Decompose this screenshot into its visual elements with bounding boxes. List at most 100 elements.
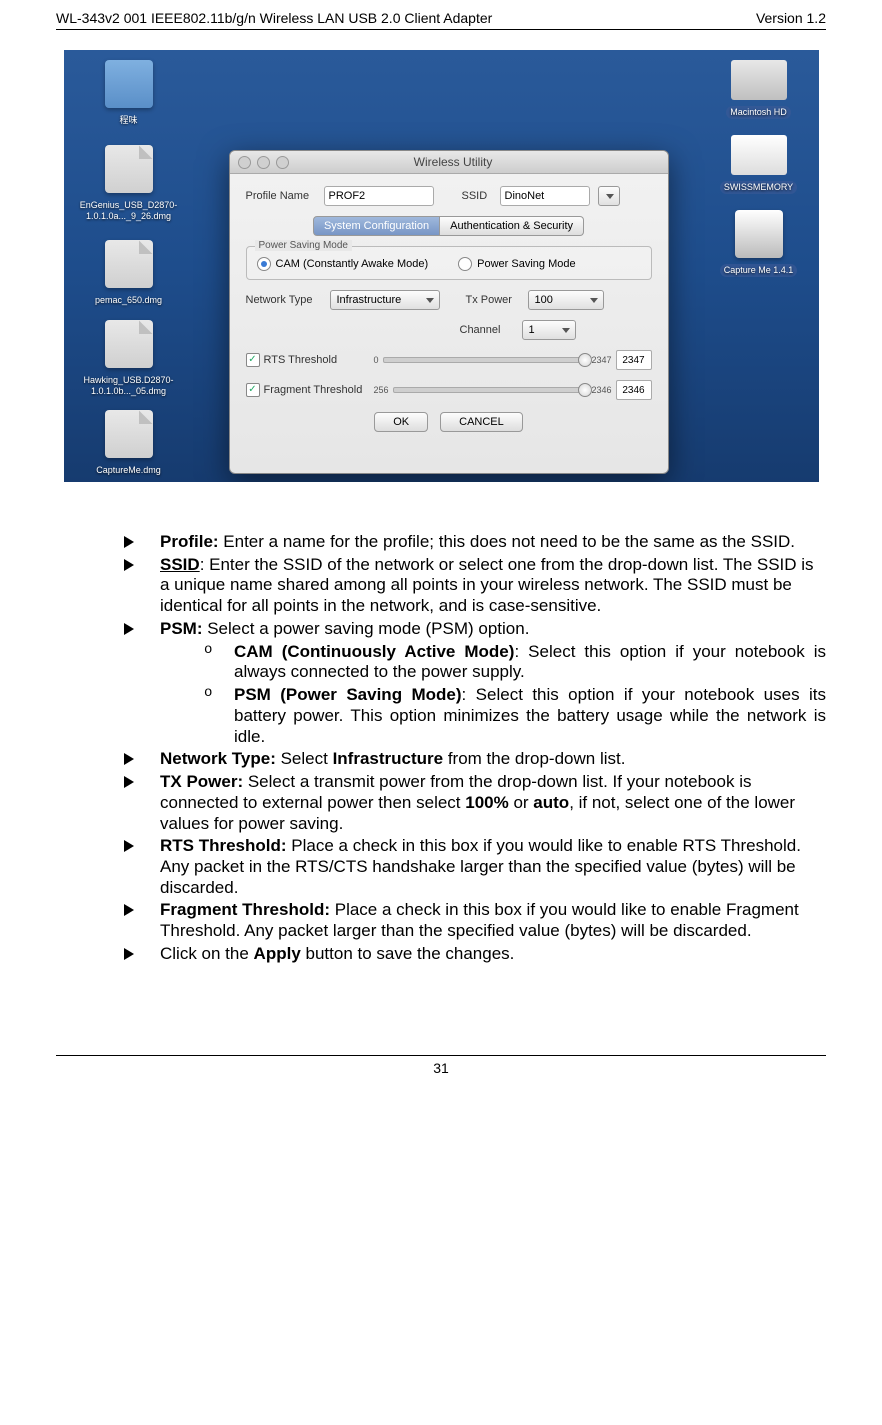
- ssid-label: SSID: [462, 190, 492, 202]
- rts-min: 0: [374, 355, 379, 365]
- icon-label: EnGenius_USB_D2870-1.0.1.0a..._9_26.dmg: [76, 199, 182, 223]
- dmg-icon: [105, 240, 153, 288]
- profile-name-label: Profile Name: [246, 190, 316, 202]
- drive-icon: [731, 135, 787, 175]
- psm-groupbox: Power Saving Mode CAM (Constantly Awake …: [246, 246, 652, 280]
- bullet-psm: PSM: Select a power saving mode (PSM) op…: [124, 619, 826, 747]
- tx-power-label: Tx Power: [466, 294, 520, 306]
- hd-icon: [731, 60, 787, 100]
- desktop-dmg-pemac: pemac_650.dmg: [79, 240, 179, 307]
- desktop-dmg-engenius: EnGenius_USB_D2870-1.0.1.0a..._9_26.dmg: [79, 145, 179, 223]
- page-footer: 31: [56, 1055, 826, 1076]
- radio-cam[interactable]: CAM (Constantly Awake Mode): [257, 257, 429, 271]
- header-right: Version 1.2: [756, 10, 826, 26]
- window-title: Wireless Utility: [289, 155, 618, 169]
- bullet-psm-psm-label: PSM (Power Saving Mode): [234, 685, 462, 704]
- tab-authentication-security[interactable]: Authentication & Security: [440, 216, 584, 236]
- icon-label: 程味: [115, 114, 141, 127]
- frag-slider[interactable]: [393, 387, 588, 393]
- fragment-threshold-label: Fragment Threshold: [264, 384, 370, 396]
- rts-slider[interactable]: [383, 357, 588, 363]
- bullet-ssid: SSID: Enter the SSID of the network or s…: [124, 555, 826, 617]
- frag-checkbox[interactable]: [246, 383, 260, 397]
- desktop-drive-swiss: SWISSMEMORY: [709, 135, 809, 194]
- page-header: WL-343v2 001 IEEE802.11b/g/n Wireless LA…: [56, 10, 826, 30]
- app-icon: [735, 210, 783, 258]
- bullet-apply: Click on the Apply button to save the ch…: [124, 944, 826, 965]
- window-titlebar: Wireless Utility: [230, 151, 668, 174]
- frag-max: 2346: [591, 385, 611, 395]
- network-type-select[interactable]: Infrastructure: [330, 290, 440, 310]
- frag-min: 256: [374, 385, 389, 395]
- bullet-apply-bold: Apply: [254, 944, 301, 963]
- channel-select[interactable]: 1: [522, 320, 576, 340]
- ok-button[interactable]: OK: [374, 412, 428, 432]
- bullet-ssid-label: SSID: [160, 555, 200, 574]
- close-icon[interactable]: [238, 156, 251, 169]
- bullet-ssid-text: : Enter the SSID of the network or selec…: [160, 555, 814, 615]
- wireless-utility-window: Wireless Utility Profile Name PROF2 SSID…: [229, 150, 669, 474]
- ssid-input[interactable]: DinoNet: [500, 186, 590, 206]
- bullet-tx-power: TX Power: Select a transmit power from t…: [124, 772, 826, 834]
- document-body: Profile: Enter a name for the profile; t…: [56, 532, 826, 965]
- zoom-icon[interactable]: [276, 156, 289, 169]
- radio-psm[interactable]: Power Saving Mode: [458, 257, 575, 271]
- desktop-dmg-captureme: CaptureMe.dmg: [79, 410, 179, 477]
- t: or: [509, 793, 534, 812]
- desktop-folder: 程味: [79, 60, 179, 127]
- icon-label: Capture Me 1.4.1: [720, 264, 798, 277]
- rts-checkbox[interactable]: [246, 353, 260, 367]
- traffic-lights[interactable]: [238, 156, 289, 169]
- macos-desktop-screenshot: 程味 EnGenius_USB_D2870-1.0.1.0a..._9_26.d…: [64, 50, 819, 482]
- rts-threshold-label: RTS Threshold: [264, 354, 370, 366]
- dmg-icon: [105, 410, 153, 458]
- dmg-icon: [105, 320, 153, 368]
- icon-label: CaptureMe.dmg: [92, 464, 165, 477]
- radio-psm-label: Power Saving Mode: [477, 258, 575, 270]
- cancel-button[interactable]: CANCEL: [440, 412, 523, 432]
- bullet-psm-psm: PSM (Power Saving Mode): Select this opt…: [204, 685, 826, 747]
- folder-icon: [105, 60, 153, 108]
- t: Select: [276, 749, 333, 768]
- rts-max: 2347: [591, 355, 611, 365]
- bullet-frag-label: Fragment Threshold:: [160, 900, 330, 919]
- bullet-fragment: Fragment Threshold: Place a check in thi…: [124, 900, 826, 941]
- radio-icon: [458, 257, 472, 271]
- config-tabs: System Configuration Authentication & Se…: [246, 216, 652, 236]
- bullet-rts-label: RTS Threshold:: [160, 836, 287, 855]
- t: Click on the: [160, 944, 254, 963]
- minimize-icon[interactable]: [257, 156, 270, 169]
- desktop-drive-macintosh: Macintosh HD: [709, 60, 809, 119]
- page-number: 31: [433, 1060, 449, 1076]
- t: button to save the changes.: [301, 944, 515, 963]
- frag-value-box[interactable]: 2346: [616, 380, 652, 400]
- header-left: WL-343v2 001 IEEE802.11b/g/n Wireless LA…: [56, 10, 492, 26]
- bullet-rts: RTS Threshold: Place a check in this box…: [124, 836, 826, 898]
- rts-value-box[interactable]: 2347: [616, 350, 652, 370]
- tx-power-select[interactable]: 100: [528, 290, 604, 310]
- icon-label: pemac_650.dmg: [91, 294, 166, 307]
- tab-system-configuration[interactable]: System Configuration: [313, 216, 440, 236]
- bullet-network-label: Network Type:: [160, 749, 276, 768]
- bullet-profile: Profile: Enter a name for the profile; t…: [124, 532, 826, 553]
- bullet-profile-text: Enter a name for the profile; this does …: [219, 532, 795, 551]
- bullet-psm-label: PSM:: [160, 619, 203, 638]
- dmg-icon: [105, 145, 153, 193]
- bullet-network-bold: Infrastructure: [333, 749, 444, 768]
- channel-label: Channel: [460, 324, 514, 336]
- radio-cam-label: CAM (Constantly Awake Mode): [276, 258, 429, 270]
- bullet-psm-text: Select a power saving mode (PSM) option.: [203, 619, 530, 638]
- profile-name-input[interactable]: PROF2: [324, 186, 434, 206]
- icon-label: SWISSMEMORY: [720, 181, 797, 194]
- radio-icon: [257, 257, 271, 271]
- desktop-dmg-hawking: Hawking_USB.D2870-1.0.1.0b..._05.dmg: [79, 320, 179, 398]
- desktop-app-captureme: Capture Me 1.4.1: [709, 210, 809, 277]
- icon-label: Hawking_USB.D2870-1.0.1.0b..._05.dmg: [79, 374, 179, 398]
- bullet-profile-label: Profile:: [160, 532, 219, 551]
- b2: auto: [533, 793, 569, 812]
- bullet-psm-cam: CAM (Continuously Active Mode): Select t…: [204, 642, 826, 683]
- ssid-dropdown[interactable]: [598, 186, 620, 206]
- network-type-label: Network Type: [246, 294, 322, 306]
- bullet-psm-cam-label: CAM (Continuously Active Mode): [234, 642, 514, 661]
- bullet-tx-label: TX Power:: [160, 772, 243, 791]
